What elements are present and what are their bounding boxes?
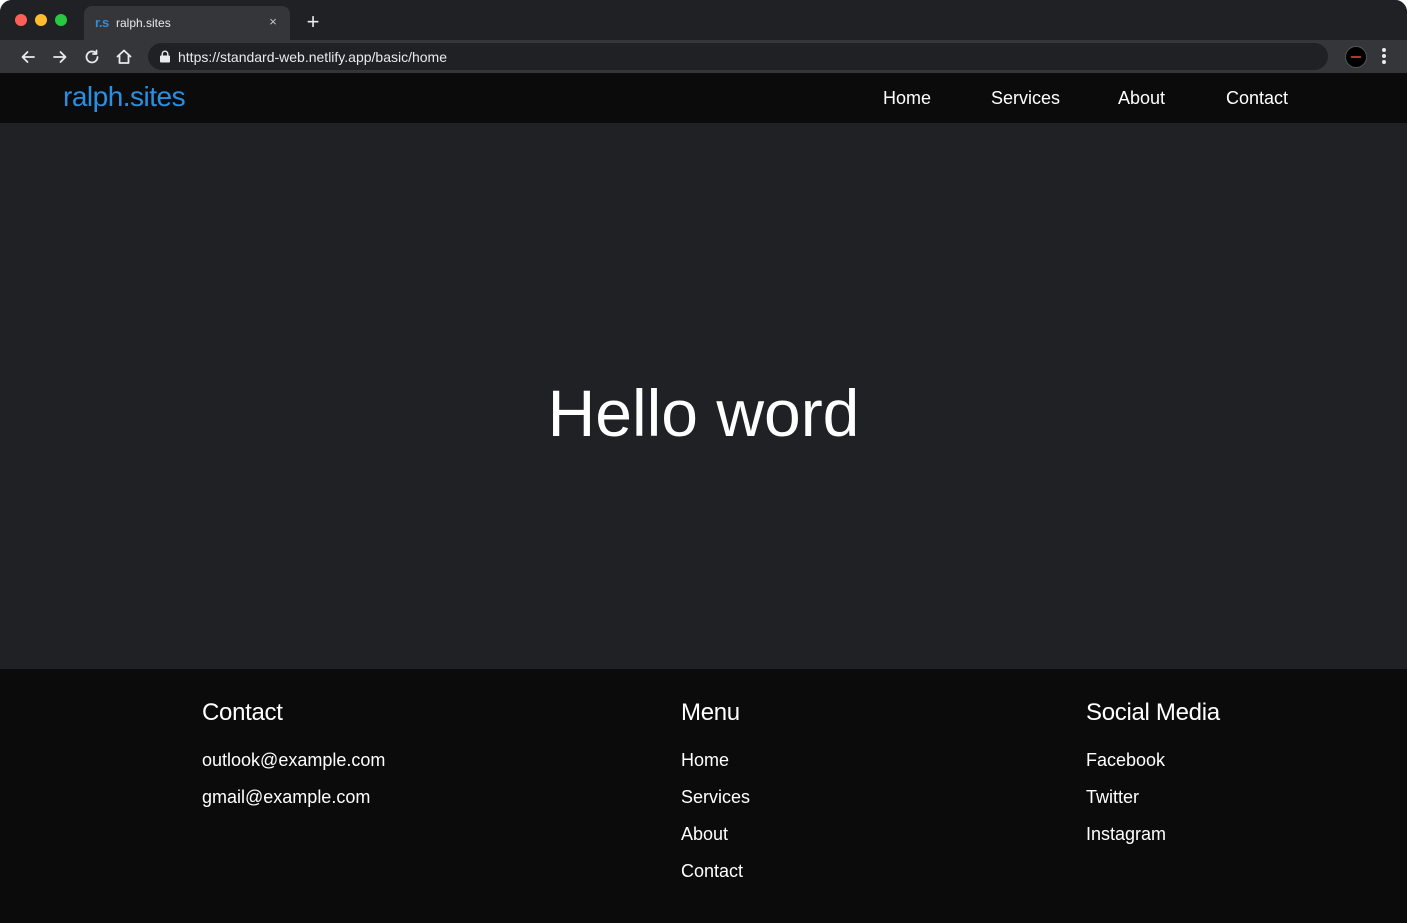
- footer-social-column: Social Media Facebook Twitter Instagram: [1086, 699, 1220, 860]
- footer-contact-column: Contact outlook@example.com gmail@exampl…: [202, 699, 385, 823]
- footer-menu-heading: Menu: [681, 699, 740, 726]
- reload-icon[interactable]: [82, 47, 102, 67]
- favicon-icon: r.s: [95, 15, 109, 30]
- footer-menu-column: Menu Home Services About Contact: [681, 699, 750, 897]
- close-icon[interactable]: ×: [266, 15, 280, 29]
- footer-social-facebook[interactable]: Facebook: [1086, 749, 1220, 786]
- address-bar[interactable]: https://standard-web.netlify.app/basic/h…: [148, 43, 1328, 70]
- footer-menu-about[interactable]: About: [681, 823, 750, 860]
- tab-bar: r.s ralph.sites × +: [0, 0, 1407, 40]
- footer-email-outlook[interactable]: outlook@example.com: [202, 749, 385, 786]
- maximize-window-button[interactable]: [55, 14, 67, 26]
- site-footer: Contact outlook@example.com gmail@exampl…: [0, 669, 1407, 923]
- nav-home[interactable]: Home: [883, 88, 931, 109]
- close-window-button[interactable]: [15, 14, 27, 26]
- new-tab-button[interactable]: +: [303, 11, 323, 33]
- home-icon[interactable]: [114, 47, 134, 67]
- site-logo[interactable]: ralph.sites: [63, 81, 186, 113]
- footer-menu-services[interactable]: Services: [681, 786, 750, 823]
- footer-social-twitter[interactable]: Twitter: [1086, 786, 1220, 823]
- site-header: ralph.sites Home Services About Contact: [0, 73, 1407, 123]
- nav-contact[interactable]: Contact: [1226, 88, 1288, 109]
- back-icon[interactable]: [18, 47, 38, 67]
- nav-services[interactable]: Services: [991, 88, 1060, 109]
- footer-contact-heading: Contact: [202, 699, 283, 726]
- web-page: ralph.sites Home Services About Contact …: [0, 73, 1407, 923]
- more-options-icon[interactable]: [1381, 48, 1387, 66]
- lock-icon: [160, 50, 170, 63]
- hero-title: Hello word: [547, 376, 860, 451]
- forward-icon[interactable]: [50, 47, 70, 67]
- nav-about[interactable]: About: [1118, 88, 1165, 109]
- footer-social-heading: Social Media: [1086, 699, 1220, 726]
- tab-title: ralph.sites: [116, 16, 171, 30]
- url-text: https://standard-web.netlify.app/basic/h…: [178, 49, 448, 65]
- profile-avatar[interactable]: [1345, 46, 1367, 68]
- browser-toolbar: https://standard-web.netlify.app/basic/h…: [0, 40, 1407, 73]
- footer-menu-home[interactable]: Home: [681, 749, 750, 786]
- footer-social-instagram[interactable]: Instagram: [1086, 823, 1220, 860]
- hero-section: Hello word: [0, 123, 1407, 669]
- browser-window: r.s ralph.sites × + https://standard-web…: [0, 0, 1407, 923]
- footer-menu-contact[interactable]: Contact: [681, 860, 750, 897]
- browser-tab[interactable]: r.s ralph.sites ×: [84, 6, 290, 40]
- minimize-window-button[interactable]: [35, 14, 47, 26]
- footer-email-gmail[interactable]: gmail@example.com: [202, 786, 385, 823]
